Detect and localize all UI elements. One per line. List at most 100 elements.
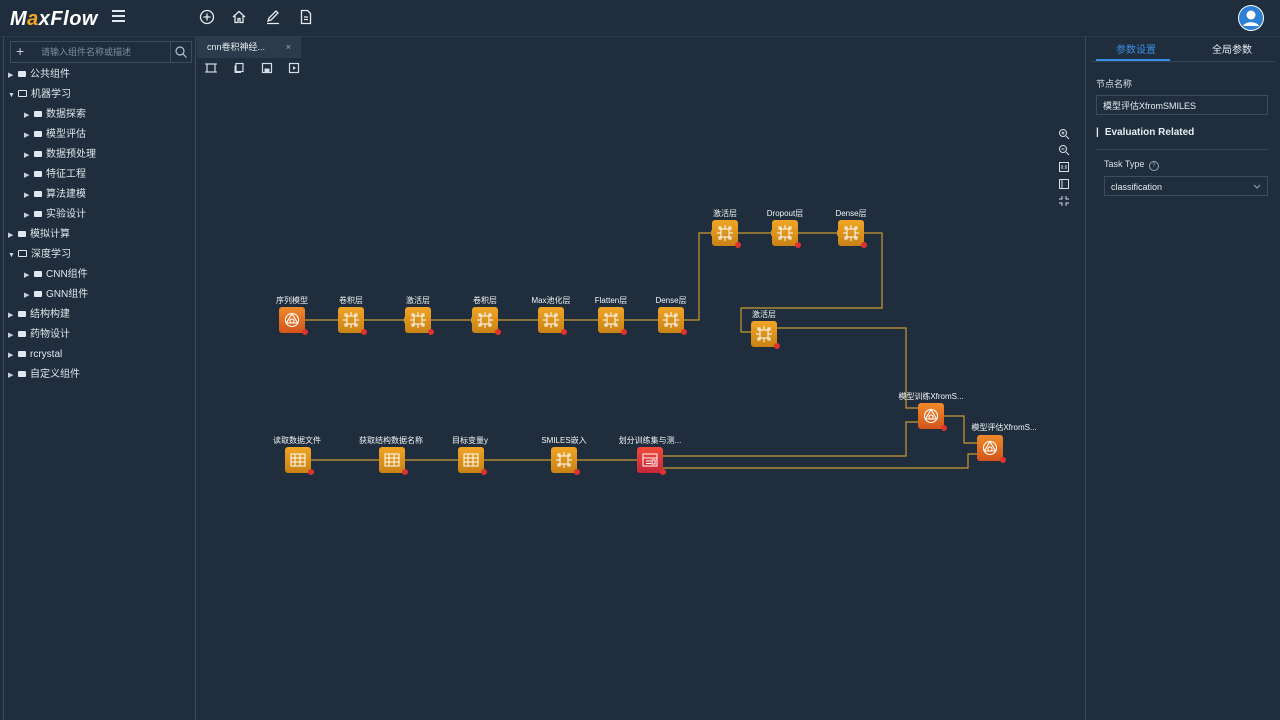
node-get-structure-names[interactable]: [379, 447, 408, 475]
caret-right-icon[interactable]: ▶: [8, 368, 18, 384]
node-target-variable[interactable]: [458, 447, 487, 475]
node-conv-layer[interactable]: [472, 307, 501, 335]
tree-item[interactable]: ▶ rcrystal: [8, 347, 62, 363]
add-circle-icon[interactable]: [198, 9, 216, 27]
edit-icon[interactable]: [264, 9, 282, 27]
output-port[interactable]: [660, 469, 666, 475]
output-port[interactable]: [795, 242, 801, 248]
node-name-input[interactable]: 模型评估XfromSMILES: [1096, 95, 1268, 115]
caret-right-icon[interactable]: ▶: [24, 268, 34, 284]
caret-right-icon[interactable]: ▶: [8, 308, 18, 324]
output-port[interactable]: [774, 343, 780, 349]
node-conv-layer[interactable]: [338, 307, 367, 335]
user-avatar-icon[interactable]: [1238, 5, 1264, 31]
node-read-data-file[interactable]: [285, 447, 314, 475]
tree-item[interactable]: ▶ 数据预处理: [24, 147, 96, 163]
output-port[interactable]: [402, 469, 408, 475]
component-search-input[interactable]: [39, 44, 171, 60]
folder-icon: [34, 151, 42, 157]
tab-cnn[interactable]: cnn卷积神经... ×: [197, 36, 301, 58]
caret-right-icon[interactable]: ▶: [24, 148, 34, 164]
node-activation-layer[interactable]: [405, 307, 434, 335]
document-icon[interactable]: [297, 9, 315, 27]
node-model-evaluate[interactable]: [977, 435, 1006, 463]
zoom-out-icon[interactable]: [1058, 144, 1070, 156]
output-port[interactable]: [428, 329, 434, 335]
output-port[interactable]: [681, 329, 687, 335]
tab-label: cnn卷积神经...: [207, 42, 266, 52]
caret-right-icon[interactable]: ▶: [24, 128, 34, 144]
tree-item[interactable]: ▶ 结构构建: [8, 307, 70, 323]
add-icon[interactable]: +: [16, 43, 24, 59]
output-port[interactable]: [861, 242, 867, 248]
app-logo: MaxFlow: [10, 8, 98, 30]
tree-item-label: 药物设计: [30, 329, 70, 340]
tree-item[interactable]: ▼ 机器学习: [8, 87, 71, 103]
output-port[interactable]: [302, 329, 308, 335]
tree-item[interactable]: ▶ 数据探索: [24, 107, 86, 123]
fullscreen-exit-icon[interactable]: [1058, 195, 1070, 207]
tree-item[interactable]: ▶ 自定义组件: [8, 367, 80, 383]
node-activation-layer[interactable]: [712, 220, 741, 248]
tree-item-label: 自定义组件: [30, 369, 80, 380]
node-smiles-embedding[interactable]: [551, 447, 580, 475]
fit-view-icon[interactable]: [1058, 178, 1070, 190]
folder-icon: [18, 351, 26, 357]
node-dense-layer[interactable]: [658, 307, 687, 335]
node-model-train[interactable]: [918, 403, 947, 431]
zoom-in-icon[interactable]: [1058, 128, 1070, 140]
tree-item-label: rcrystal: [30, 349, 63, 360]
tree-item[interactable]: ▼ 深度学习: [8, 247, 71, 263]
caret-right-icon[interactable]: ▶: [8, 348, 18, 364]
caret-right-icon[interactable]: ▶: [8, 68, 18, 84]
node-dense-layer[interactable]: [838, 220, 867, 248]
actual-size-icon[interactable]: [1058, 161, 1070, 173]
output-port[interactable]: [941, 425, 947, 431]
caret-right-icon[interactable]: ▶: [8, 228, 18, 244]
caret-right-icon[interactable]: ▶: [24, 168, 34, 184]
node-dropout-layer[interactable]: [772, 220, 801, 248]
tree-item[interactable]: ▶ 药物设计: [8, 327, 70, 343]
caret-right-icon[interactable]: ▶: [24, 208, 34, 224]
node-label: 模型评估XfromS...: [971, 423, 1037, 432]
tree-item[interactable]: ▶ 特征工程: [24, 167, 86, 183]
tree-item[interactable]: ▶ GNN组件: [24, 287, 88, 303]
help-icon[interactable]: ?: [1148, 161, 1159, 171]
output-port[interactable]: [495, 329, 501, 335]
caret-right-icon[interactable]: ▶: [24, 288, 34, 304]
node-activation-layer[interactable]: [751, 321, 780, 349]
caret-right-icon[interactable]: ▶: [8, 328, 18, 344]
tab-params[interactable]: 参数设置: [1116, 41, 1156, 56]
close-icon[interactable]: ×: [286, 36, 291, 58]
caret-right-icon[interactable]: ▶: [24, 108, 34, 124]
output-port[interactable]: [735, 242, 741, 248]
tree-item[interactable]: ▶ 公共组件: [8, 67, 70, 83]
flow-canvas[interactable]: 序列模型 卷积层 激活层 卷积层 Max池化层 Flatten层 Dense层 激活层 Drop…: [196, 60, 1084, 720]
menu-toggle-icon[interactable]: [112, 10, 125, 22]
node-flatten-layer[interactable]: [598, 307, 627, 335]
node-train-test-split[interactable]: [637, 447, 666, 475]
tree-item-label: 深度学习: [31, 249, 71, 260]
search-icon[interactable]: [170, 42, 191, 62]
tab-global-params[interactable]: 全局参数: [1212, 41, 1252, 56]
output-port[interactable]: [481, 469, 487, 475]
output-port[interactable]: [1000, 457, 1006, 463]
output-port[interactable]: [361, 329, 367, 335]
caret-down-icon[interactable]: ▼: [8, 88, 18, 104]
tree-item[interactable]: ▶ 算法建模: [24, 187, 86, 203]
caret-right-icon[interactable]: ▶: [24, 188, 34, 204]
output-port[interactable]: [574, 469, 580, 475]
tree-item[interactable]: ▶ 实验设计: [24, 207, 86, 223]
node-label: 模型训练XfromS...: [898, 392, 964, 401]
tree-item[interactable]: ▶ 模拟计算: [8, 227, 70, 243]
task-type-select[interactable]: classification: [1104, 176, 1268, 196]
output-port[interactable]: [561, 329, 567, 335]
node-sequential-model[interactable]: [279, 307, 308, 335]
output-port[interactable]: [308, 469, 314, 475]
output-port[interactable]: [621, 329, 627, 335]
caret-down-icon[interactable]: ▼: [8, 248, 18, 264]
tree-item[interactable]: ▶ 模型评估: [24, 127, 86, 143]
node-maxpool-layer[interactable]: [538, 307, 567, 335]
home-icon[interactable]: [230, 9, 248, 27]
tree-item[interactable]: ▶ CNN组件: [24, 267, 88, 283]
